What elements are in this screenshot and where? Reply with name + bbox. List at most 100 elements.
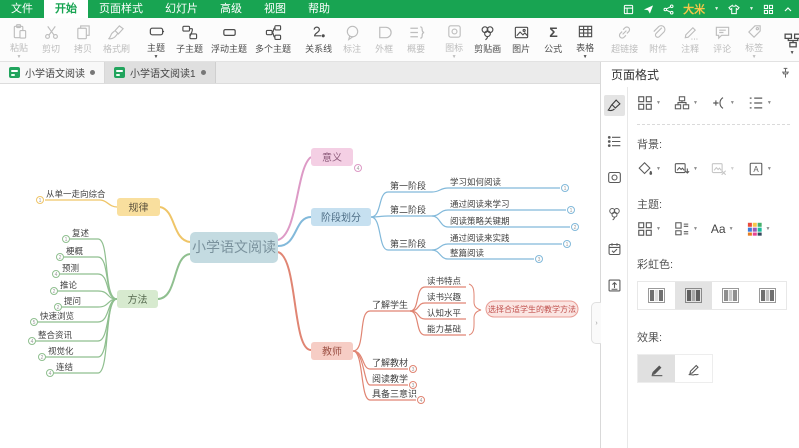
clipart-button[interactable]: 剪贴画 (470, 19, 505, 60)
theme-color-button[interactable]: ▼ (747, 221, 771, 237)
teacher-subtopic[interactable]: 阅读教学 (372, 373, 408, 384)
method-leaf[interactable]: 复述 (72, 228, 90, 238)
pin-icon[interactable] (780, 66, 791, 84)
method-leaf[interactable]: 预测 (62, 263, 79, 273)
rainbow-option-1[interactable] (638, 282, 675, 309)
stage-collapse-badges[interactable] (536, 185, 579, 263)
table-button[interactable]: 表格 ▼ (569, 19, 601, 60)
rainbow-option-2[interactable] (675, 282, 712, 309)
method-leaf[interactable]: 连结 (56, 362, 73, 372)
student-leaf[interactable]: 能力基础 (427, 324, 461, 334)
collapse-ribbon-icon[interactable] (783, 5, 793, 14)
notes-button[interactable]: 注释 (674, 19, 706, 60)
topic-button[interactable]: 主题 ▼ (140, 19, 172, 60)
teacher-subtopic[interactable]: 了解学生 (372, 299, 408, 310)
hyperlink-button[interactable]: 超链接 (607, 19, 642, 60)
stage-leaf[interactable]: 通过阅读来学习 (450, 199, 510, 209)
boundary-button[interactable]: 外框 (368, 19, 400, 60)
teacher-subtopic[interactable]: 了解教材 (372, 357, 408, 368)
layout-numbering-button[interactable]: ▼ (748, 95, 772, 111)
student-leaf[interactable]: 认知水平 (427, 308, 462, 318)
method-leaf[interactable]: 推论 (60, 280, 78, 290)
format-painter-button[interactable]: 格式刷 (99, 19, 134, 60)
share-nodes-icon[interactable] (663, 4, 674, 15)
mindmap-canvas[interactable]: 规律 从单一走向综合 1 方法 复述 梗概 预测 推论 提问 快速浏览 整合资讯… (0, 84, 600, 448)
rail-format-brush-button[interactable] (604, 95, 625, 116)
method-leaf[interactable]: 快速浏览 (40, 311, 74, 321)
cut-button[interactable]: 剪切 (35, 19, 67, 60)
structure-button[interactable]: ▼ (776, 19, 799, 60)
topic-meaning[interactable]: 意义 (311, 148, 353, 166)
paste-button[interactable]: 粘贴 ▼ (3, 19, 35, 60)
stage-topic[interactable]: 第三阶段 (390, 238, 426, 249)
teacher-callout[interactable]: 选择合适学生的教学方法 (486, 301, 578, 317)
topic-method[interactable]: 方法 (117, 290, 158, 308)
student-leaf[interactable]: 读书兴趣 (427, 292, 462, 302)
subtopic-button[interactable]: 子主题 (172, 19, 207, 60)
rail-clipart-button[interactable] (604, 203, 625, 224)
copy-button[interactable]: 拷贝 (67, 19, 99, 60)
menu-file[interactable]: 文件 (0, 0, 44, 18)
background-fill-button[interactable]: ▼ (637, 161, 661, 177)
user-dropdown-caret[interactable]: ▼ (714, 6, 719, 12)
username[interactable]: 大米 (683, 1, 705, 17)
stage-leaf[interactable]: 学习如何阅读 (450, 177, 502, 187)
menu-page-style[interactable]: 页面样式 (88, 0, 154, 18)
multi-topic-button[interactable]: 多个主题 (251, 19, 295, 60)
callout-button[interactable]: 标注 (336, 19, 368, 60)
tag-button[interactable]: 标签 ▼ (738, 19, 770, 60)
attachment-button[interactable]: 附件 (642, 19, 674, 60)
method-leaf[interactable]: 梗概 (66, 246, 84, 256)
window-mode-icon[interactable] (623, 4, 634, 15)
collapse-badge[interactable]: 4 (355, 165, 362, 173)
marker-button[interactable]: 图标 ▼ (438, 19, 470, 60)
theme-layout-button[interactable]: ▼ (674, 221, 698, 237)
method-leaf[interactable]: 视觉化 (48, 346, 74, 356)
rail-task-button[interactable] (604, 239, 625, 260)
effect-option-solid[interactable] (638, 355, 675, 382)
menu-advanced[interactable]: 高级 (209, 0, 253, 18)
rail-export-button[interactable] (604, 275, 625, 296)
picture-button[interactable]: 图片 (505, 19, 537, 60)
rainbow-option-4[interactable] (749, 282, 786, 309)
stage-topic[interactable]: 第二阶段 (390, 204, 426, 215)
background-image-button[interactable]: ▼ (674, 161, 698, 177)
background-remove-image-button[interactable]: ▼ (711, 161, 735, 177)
equation-button[interactable]: Σ 公式 (537, 19, 569, 60)
layout-branch-button[interactable]: ▼ (711, 95, 735, 111)
layout-orgchart-button[interactable]: ▼ (674, 95, 698, 111)
topic-stages[interactable]: 阶段划分 (311, 208, 371, 226)
summary-button[interactable]: 概要 (400, 19, 432, 60)
menu-help[interactable]: 帮助 (297, 0, 341, 18)
topic-rule-child[interactable]: 从单一走向综合 (46, 189, 106, 199)
stage-leaf[interactable]: 阅读策略关键期 (450, 216, 510, 226)
effect-option-sketch[interactable] (675, 355, 712, 382)
stage-leaf[interactable]: 整篇阅读 (450, 248, 485, 258)
stage-leaf[interactable]: 通过阅读来实践 (450, 233, 510, 243)
theme-font-button[interactable]: Aa▼ (711, 222, 734, 236)
stage-topic[interactable]: 第一阶段 (390, 180, 426, 191)
collapse-badge[interactable]: 1 (37, 197, 44, 205)
document-tab-1[interactable]: 小学语文阅读 (0, 62, 105, 83)
comment-button[interactable]: 评论 (706, 19, 738, 60)
floating-topic-button[interactable]: 浮动主题 (207, 19, 251, 60)
document-tab-2[interactable]: 小学语文阅读1 (105, 62, 216, 83)
menu-home[interactable]: 开始 (44, 0, 88, 18)
rail-list-button[interactable] (604, 131, 625, 152)
rail-image-button[interactable] (604, 167, 625, 188)
student-leaf[interactable]: 读书特点 (427, 276, 462, 286)
menu-slides[interactable]: 幻灯片 (154, 0, 209, 18)
relationship-button[interactable]: 关系线 (301, 19, 336, 60)
share-send-icon[interactable] (643, 4, 654, 15)
topic-teacher[interactable]: 教师 (311, 342, 353, 360)
central-topic[interactable]: 小学语文阅读 (190, 232, 278, 263)
apps-grid-icon[interactable] (763, 4, 774, 15)
method-leaf[interactable]: 提问 (64, 296, 81, 306)
skin-icon[interactable] (728, 4, 740, 15)
background-watermark-button[interactable]: A▼ (748, 161, 772, 177)
skin-dropdown-caret[interactable]: ▼ (749, 6, 754, 12)
theme-gallery-button[interactable]: ▼ (637, 221, 661, 237)
method-leaf[interactable]: 整合资讯 (38, 330, 73, 340)
menu-view[interactable]: 视图 (253, 0, 297, 18)
layout-structure-button[interactable]: ▼ (637, 95, 661, 111)
